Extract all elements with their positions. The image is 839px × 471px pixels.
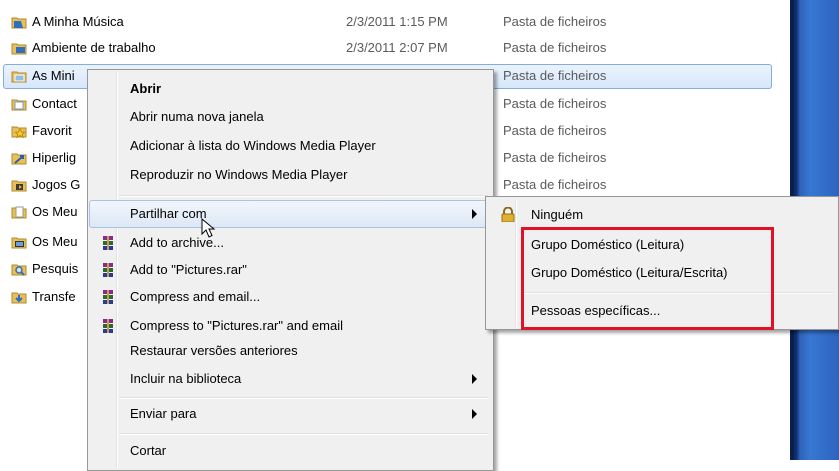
winrar-icon — [103, 236, 113, 250]
menu-item-label: Compress to "Pictures.rar" and email — [130, 318, 343, 333]
file-date: 2/3/2011 1:15 PM — [346, 14, 448, 29]
file-name: Pesquis — [32, 261, 79, 276]
file-type: Pasta de ficheiros — [503, 14, 607, 29]
menu-item-label: Ninguém — [531, 207, 584, 222]
lock-icon — [501, 207, 515, 222]
menu-item-adicionar-wmp[interactable]: Adicionar à lista do Windows Media Playe… — [90, 133, 489, 159]
context-menu: Abrir Abrir numa nova janela Adicionar à… — [87, 69, 494, 471]
menu-item-partilhar-com[interactable]: Partilhar com — [89, 200, 490, 228]
menu-item-label: Incluir na biblioteca — [130, 371, 242, 386]
pictures-folder-icon — [11, 71, 27, 83]
menu-item-restaurar-versoes[interactable]: Restaurar versões anteriores — [90, 338, 489, 364]
menu-item-reproduzir-wmp[interactable]: Reproduzir no Windows Media Player — [90, 162, 489, 188]
file-type: Pasta de ficheiros — [503, 177, 607, 192]
winrar-icon — [103, 319, 113, 333]
menu-item-label: Cortar — [130, 443, 167, 458]
file-row[interactable]: Ambiente de trabalho 2/3/2011 2:07 PM Pa… — [0, 35, 790, 61]
submenu-arrow-icon — [472, 374, 477, 384]
mouse-pointer-icon — [201, 218, 216, 238]
file-name: Hiperlig — [32, 150, 77, 165]
menu-item-label: Abrir numa nova janela — [130, 109, 264, 124]
file-type: Pasta de ficheiros — [503, 123, 607, 138]
file-name: Contact — [32, 96, 77, 111]
file-name: Ambiente de trabalho — [32, 40, 156, 55]
menu-item-add-to-rar[interactable]: Add to "Pictures.rar" — [90, 257, 489, 283]
file-name: Os Meu — [32, 234, 78, 249]
file-date: 2/3/2011 2:07 PM — [346, 40, 448, 55]
share-item-ninguem[interactable]: Ninguém — [488, 202, 834, 228]
file-type: Pasta de ficheiros — [503, 40, 607, 55]
file-type: Pasta de ficheiros — [503, 68, 607, 83]
menu-separator — [119, 195, 488, 197]
file-type: Pasta de ficheiros — [503, 96, 607, 111]
videos-folder-icon — [11, 237, 27, 249]
links-folder-icon — [11, 153, 27, 165]
file-type: Pasta de ficheiros — [503, 150, 607, 165]
menu-item-abrir-nova-janela[interactable]: Abrir numa nova janela — [90, 104, 489, 130]
file-name: Jogos G — [32, 177, 81, 192]
menu-item-label: Compress and email... — [130, 289, 261, 304]
file-row[interactable]: A Minha Música 2/3/2011 1:15 PM Pasta de… — [0, 9, 790, 35]
file-name: Favorit — [32, 123, 72, 138]
file-name: A Minha Música — [32, 14, 124, 29]
contacts-folder-icon — [11, 99, 27, 111]
winrar-icon — [103, 263, 113, 277]
file-name: Os Meu — [32, 204, 78, 219]
menu-item-label: Reproduzir no Windows Media Player — [130, 167, 348, 182]
winrar-icon — [103, 290, 113, 304]
music-folder-icon — [11, 17, 27, 29]
submenu-arrow-icon — [472, 409, 477, 419]
file-name: Transfe — [32, 289, 76, 304]
menu-item-label: Restaurar versões anteriores — [130, 343, 298, 358]
favorites-folder-icon — [11, 126, 27, 139]
menu-item-incluir-biblioteca[interactable]: Incluir na biblioteca — [90, 366, 489, 392]
searches-folder-icon — [11, 264, 27, 276]
highlight-annotation-box — [521, 227, 774, 330]
downloads-folder-icon — [11, 292, 27, 304]
documents-folder-icon — [11, 206, 27, 219]
menu-item-label: Partilhar com — [130, 206, 207, 221]
games-folder-icon — [11, 180, 27, 192]
menu-item-enviar-para[interactable]: Enviar para — [90, 401, 489, 427]
menu-item-label: Add to "Pictures.rar" — [130, 262, 247, 277]
menu-item-label: Abrir — [130, 81, 162, 96]
desktop-folder-icon — [11, 43, 27, 55]
file-name: As Mini — [32, 68, 75, 83]
menu-item-compress-email[interactable]: Compress and email... — [90, 284, 489, 310]
menu-item-label: Enviar para — [130, 406, 197, 421]
menu-item-abrir[interactable]: Abrir — [90, 76, 489, 102]
menu-separator — [119, 433, 488, 435]
submenu-arrow-icon — [472, 209, 477, 219]
menu-item-label: Adicionar à lista do Windows Media Playe… — [130, 138, 376, 153]
menu-item-compress-rar-email[interactable]: Compress to "Pictures.rar" and email — [90, 313, 489, 339]
menu-item-cortar[interactable]: Cortar — [90, 438, 489, 464]
menu-item-add-to-archive[interactable]: Add to archive... — [90, 230, 489, 256]
menu-separator — [119, 397, 488, 399]
